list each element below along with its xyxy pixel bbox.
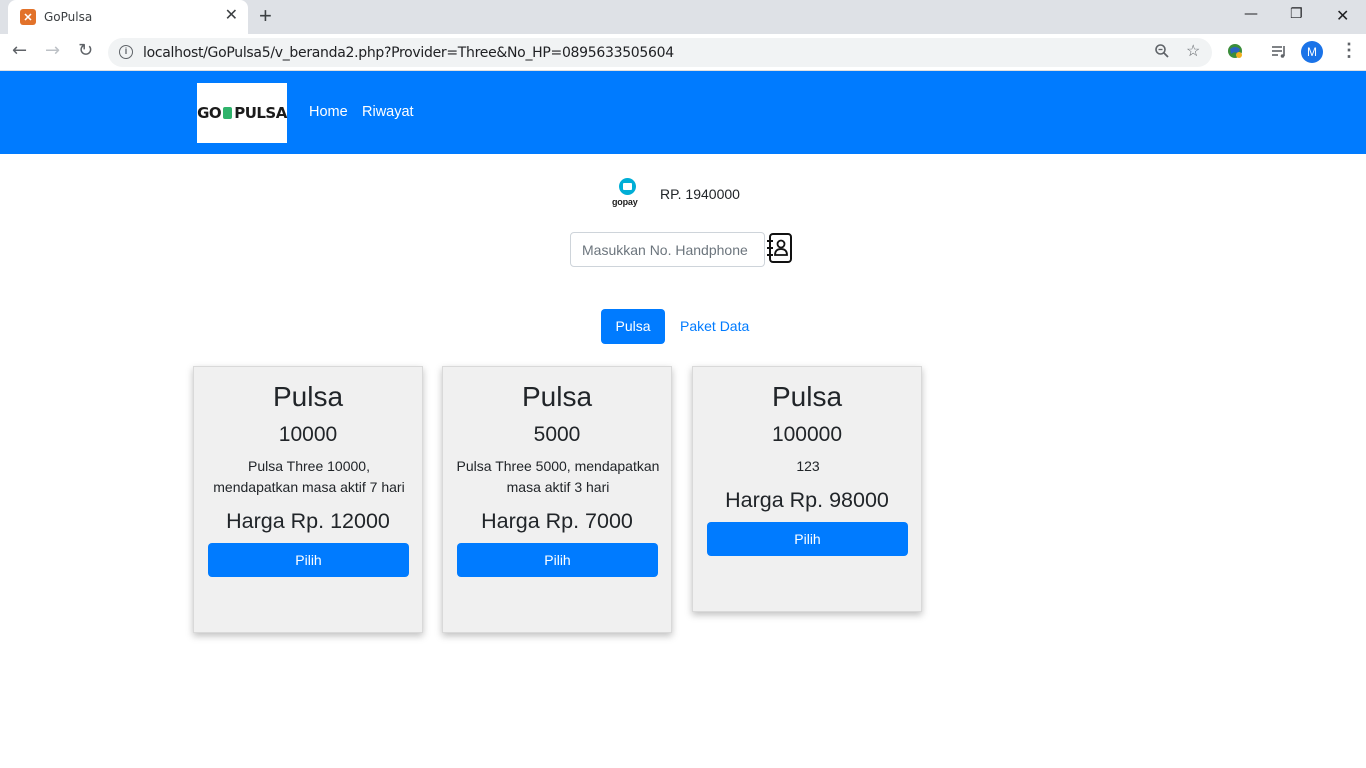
tab-pulsa[interactable]: Pulsa — [601, 309, 665, 344]
brand-phone-icon — [223, 107, 233, 119]
reload-icon[interactable]: ↻ — [78, 41, 93, 61]
product-card: Pulsa 100000 123 Harga Rp. 98000 Pilih — [692, 366, 922, 612]
xampp-favicon-icon: ✕ — [20, 9, 36, 25]
card-price: Harga Rp. 98000 — [725, 488, 889, 512]
profile-avatar[interactable]: M — [1301, 41, 1323, 63]
tab-paket-data[interactable]: Paket Data — [680, 318, 749, 334]
pilih-button[interactable]: Pilih — [457, 543, 658, 577]
pilih-button[interactable]: Pilih — [208, 543, 409, 577]
gopay-wallet-icon — [619, 178, 636, 195]
card-description: Pulsa Three 5000, mendapatkan masa aktif… — [456, 458, 660, 495]
tab-close-icon[interactable]: ✕ — [225, 8, 238, 24]
brand-left: GO — [197, 104, 222, 122]
card-nominal: 100000 — [771, 423, 843, 446]
contact-book-icon[interactable] — [767, 233, 793, 263]
card-title: Pulsa — [272, 381, 344, 412]
phone-number-input[interactable] — [570, 232, 765, 267]
url-text[interactable]: localhost/GoPulsa5/v_beranda2.php?Provid… — [143, 45, 674, 61]
browser-menu-icon[interactable]: ⋮ — [1340, 40, 1358, 60]
card-nominal: 10000 — [278, 423, 338, 446]
forward-icon[interactable]: → — [45, 41, 60, 61]
media-queue-icon[interactable] — [1270, 42, 1288, 60]
browser-toolbar: ← → ↻ i localhost/GoPulsa5/v_beranda2.ph… — [0, 34, 1366, 71]
gopulsa-logo[interactable]: GO PULSA — [197, 83, 287, 143]
card-description: Pulsa Three 10000, mendapatkan masa akti… — [213, 458, 405, 495]
nav-link-home[interactable]: Home — [309, 104, 348, 120]
card-title: Pulsa — [521, 381, 593, 412]
minimize-icon[interactable]: — — [1244, 6, 1258, 22]
tab-title: GoPulsa — [44, 10, 93, 24]
pilih-button[interactable]: Pilih — [707, 522, 908, 556]
card-price: Harga Rp. 12000 — [226, 509, 390, 533]
card-description: 123 — [796, 458, 820, 474]
extension-globe-icon[interactable] — [1226, 42, 1244, 60]
wallet-balance: RP. 1940000 — [660, 186, 740, 202]
card-price: Harga Rp. 7000 — [481, 509, 633, 533]
site-info-icon[interactable]: i — [119, 45, 133, 59]
browser-tabstrip: ✕ GoPulsa ✕ + — ❐ ✕ — [0, 0, 1366, 34]
browser-tab[interactable]: ✕ GoPulsa ✕ — [8, 0, 248, 34]
gopay-logo: gopay — [612, 178, 644, 210]
back-icon[interactable]: ← — [12, 41, 27, 61]
product-card: Pulsa 10000 Pulsa Three 10000, mendapatk… — [193, 366, 423, 633]
zoom-icon[interactable] — [1154, 43, 1170, 64]
restore-icon[interactable]: ❐ — [1290, 6, 1303, 22]
product-card: Pulsa 5000 Pulsa Three 5000, mendapatkan… — [442, 366, 672, 633]
bookmark-star-icon[interactable]: ☆ — [1186, 43, 1200, 61]
gopay-logo-text: gopay — [612, 197, 638, 207]
brand-right: PULSA — [234, 104, 287, 122]
new-tab-icon[interactable]: + — [259, 5, 272, 27]
site-navbar: GO PULSA Home Riwayat — [0, 71, 1366, 154]
card-nominal: 5000 — [533, 423, 581, 446]
close-window-icon[interactable]: ✕ — [1336, 6, 1349, 25]
nav-link-riwayat[interactable]: Riwayat — [362, 104, 414, 120]
card-title: Pulsa — [771, 381, 843, 412]
address-bar[interactable]: i localhost/GoPulsa5/v_beranda2.php?Prov… — [108, 38, 1212, 67]
